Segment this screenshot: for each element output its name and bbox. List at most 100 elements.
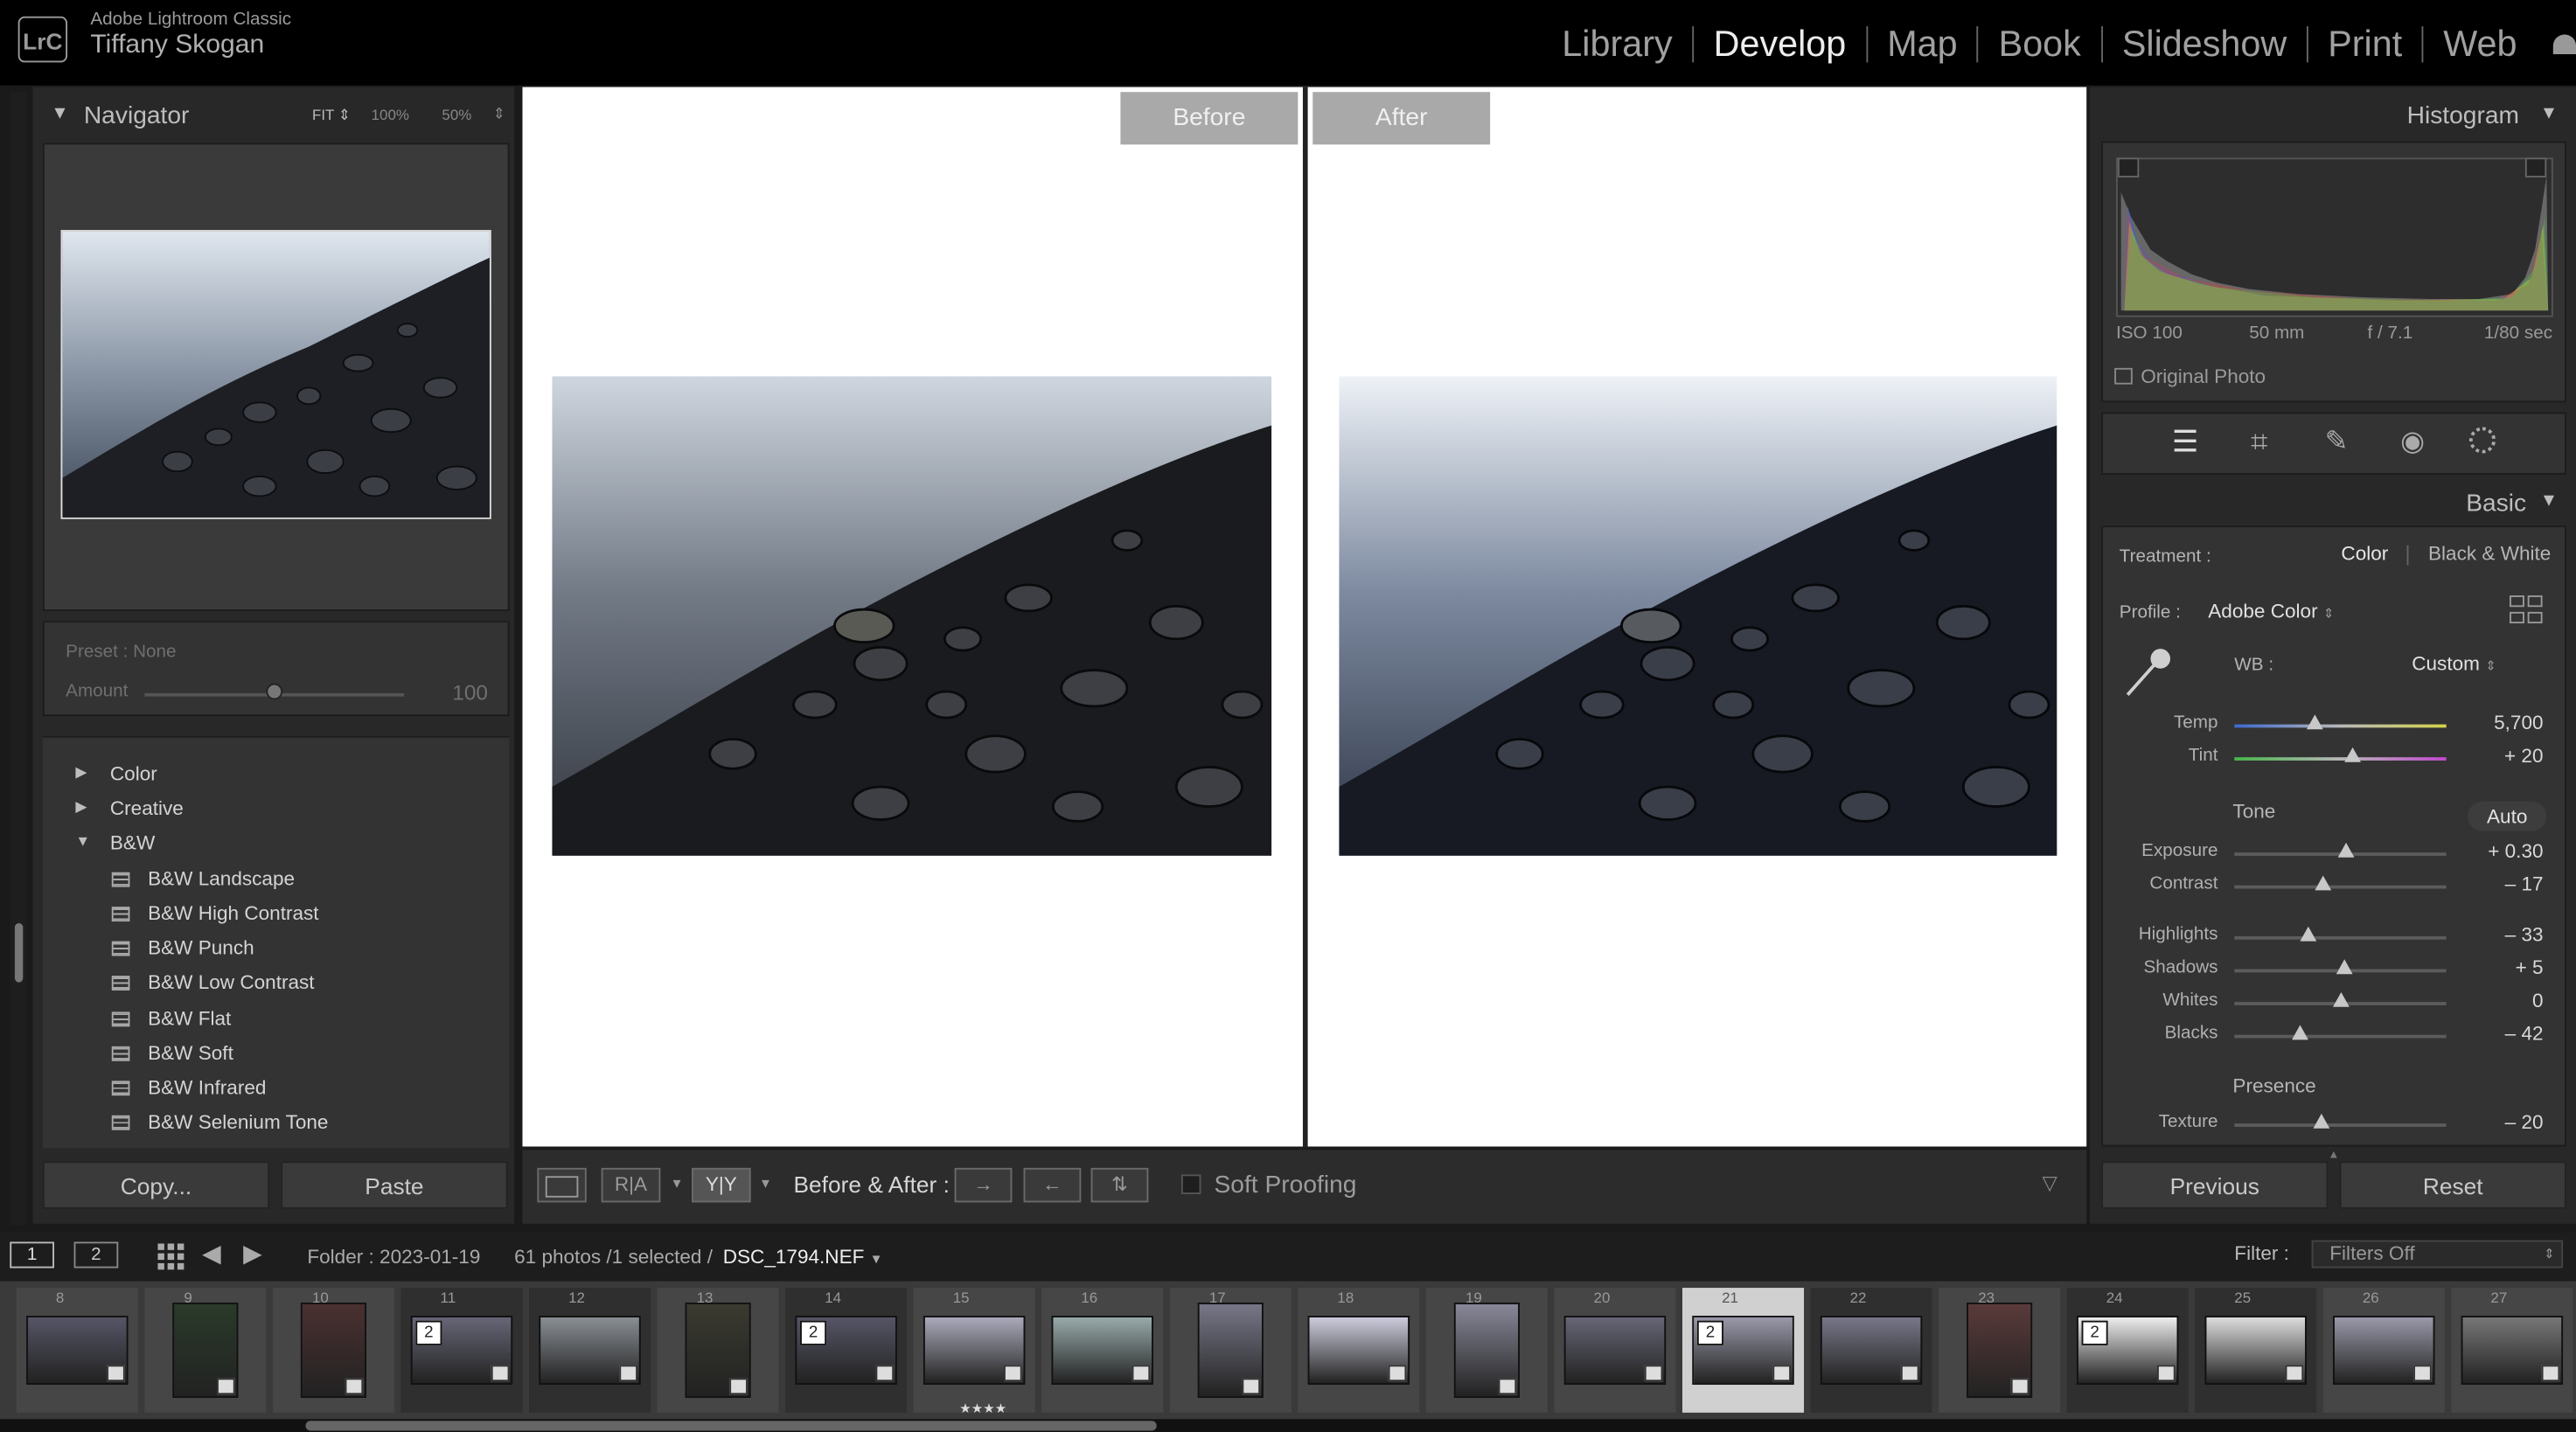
copy-before-to-after-button[interactable]: → [954, 1167, 1013, 1203]
crop-icon[interactable]: ⌗ [2251, 426, 2267, 460]
left-panel-scroll-thumb[interactable] [14, 922, 24, 983]
zoom-select-icon[interactable]: ⇕ [493, 105, 505, 123]
eyedropper-icon[interactable] [2118, 643, 2177, 702]
stack-badge[interactable]: 2 [415, 1320, 442, 1345]
before-after-split-button[interactable]: Y|Y [692, 1167, 751, 1203]
histogram-graph[interactable] [2116, 157, 2553, 317]
back-arrow-icon[interactable]: ◀ [202, 1239, 221, 1269]
amount-value[interactable]: 100 [430, 680, 488, 705]
preset-item[interactable]: B&W Selenium Tone [111, 1110, 329, 1133]
copy-button[interactable]: Copy... [42, 1161, 270, 1209]
slider-track-contrast[interactable] [2234, 885, 2447, 889]
module-print[interactable]: Print [2308, 23, 2422, 66]
preset-item[interactable]: B&W Infrared [111, 1076, 267, 1099]
before-after-lr-button[interactable]: R|A [601, 1167, 661, 1203]
preset-item[interactable]: B&W Landscape [111, 867, 295, 890]
preset-group-bw[interactable]: B&W [110, 831, 155, 854]
slider-value-highlights[interactable]: – 33 [2464, 923, 2544, 946]
reset-button[interactable]: Reset [2339, 1161, 2566, 1209]
cloud-icon[interactable] [2552, 34, 2576, 55]
grid-view-icon[interactable] [157, 1243, 184, 1270]
paste-button[interactable]: Paste [281, 1161, 508, 1209]
zoom-100[interactable]: 100% [372, 107, 409, 123]
original-photo-label[interactable]: Original Photo [2141, 365, 2266, 387]
module-slideshow[interactable]: Slideshow [2102, 23, 2307, 66]
treatment-bw[interactable]: Black & White [2428, 542, 2551, 565]
module-web[interactable]: Web [2424, 23, 2537, 66]
module-develop[interactable]: Develop [1694, 23, 1866, 66]
slider-value-temp[interactable]: 5,700 [2464, 712, 2543, 734]
left-panel-scrollbar[interactable] [10, 92, 27, 1226]
histogram-title[interactable]: Histogram [2407, 101, 2519, 129]
slider-thumb-exposure[interactable] [2338, 842, 2356, 858]
slider-track-blacks[interactable] [2234, 1034, 2447, 1039]
original-photo-checkbox[interactable] [2114, 367, 2133, 385]
slider-value-blacks[interactable]: – 42 [2464, 1022, 2544, 1045]
module-map[interactable]: Map [1868, 23, 1978, 66]
swap-before-after-button[interactable]: ⇅ [1090, 1167, 1149, 1203]
preset-item[interactable]: B&W Soft [111, 1041, 233, 1065]
slider-value-whites[interactable]: 0 [2464, 989, 2544, 1011]
red-eye-icon[interactable]: ◉ [2400, 426, 2425, 459]
slider-thumb-shadows[interactable] [2336, 959, 2353, 975]
folder-source[interactable]: Folder : 2023-01-19 [307, 1245, 480, 1268]
preset-item[interactable]: B&W Low Contrast [111, 970, 315, 994]
after-photo[interactable] [1339, 376, 2057, 856]
preset-item[interactable]: B&W Flat [111, 1007, 232, 1030]
slider-thumb-temp[interactable] [2307, 714, 2323, 730]
preset-group-creative[interactable]: Creative [110, 796, 184, 819]
treatment-color[interactable]: Color [2341, 542, 2388, 565]
soft-proofing-label[interactable]: Soft Proofing [1215, 1171, 1357, 1199]
soft-proofing-checkbox[interactable] [1180, 1174, 1201, 1194]
masking-icon[interactable] [2468, 427, 2496, 454]
collapse-triangle-icon[interactable]: ▼ [2540, 491, 2558, 511]
healing-icon[interactable]: ✎ [2325, 426, 2349, 459]
slider-value-tint[interactable]: + 20 [2464, 744, 2544, 767]
navigator-preview-image[interactable] [60, 230, 491, 519]
auto-tone-button[interactable]: Auto [2468, 801, 2547, 831]
preset-item[interactable]: B&W High Contrast [111, 902, 319, 925]
slider-value-contrast[interactable]: – 17 [2464, 872, 2544, 895]
basic-title[interactable]: Basic [2466, 490, 2526, 518]
slider-thumb-blacks[interactable] [2292, 1025, 2308, 1040]
zoom-fit[interactable]: FIT ⇕ [312, 107, 351, 125]
slider-value-exposure[interactable]: + 0.30 [2464, 839, 2543, 862]
copy-after-to-before-button[interactable]: ← [1023, 1167, 1082, 1203]
expand-triangle-icon[interactable]: ▶ [75, 764, 87, 782]
zoom-50[interactable]: 50% [442, 107, 471, 123]
wb-select[interactable]: Custom ⇕ [2412, 652, 2496, 675]
slider-thumb-highlights[interactable] [2300, 926, 2317, 942]
second-window-button[interactable]: 2 [73, 1241, 119, 1269]
profile-browser-grid-icon[interactable] [2509, 594, 2543, 624]
highlight-clipping-icon[interactable] [2524, 157, 2547, 177]
module-library[interactable]: Library [1542, 23, 1692, 66]
slider-track-texture[interactable] [2234, 1123, 2447, 1127]
slider-thumb-contrast[interactable] [2315, 875, 2332, 891]
loupe-view-button[interactable] [537, 1167, 587, 1203]
user-name[interactable]: Tiffany Skogan [90, 31, 264, 61]
collapse-triangle-icon[interactable]: ▼ [75, 833, 90, 850]
forward-arrow-icon[interactable]: ▶ [243, 1239, 262, 1269]
stack-badge[interactable]: 2 [1696, 1320, 1723, 1345]
stack-badge[interactable]: 2 [800, 1320, 827, 1345]
slider-track-highlights[interactable] [2234, 935, 2447, 940]
navigator-title[interactable]: Navigator [84, 101, 190, 129]
edit-sliders-icon[interactable]: ☰ [2172, 426, 2198, 460]
filmstrip-scroll-thumb[interactable] [305, 1421, 1157, 1431]
slider-track-tint[interactable] [2234, 757, 2447, 761]
shadow-clipping-icon[interactable] [2117, 157, 2140, 177]
before-photo[interactable] [552, 376, 1272, 856]
slider-value-texture[interactable]: – 20 [2464, 1110, 2544, 1133]
module-book[interactable]: Book [1979, 23, 2100, 66]
collapse-triangle-icon[interactable]: ▼ [51, 103, 68, 123]
star-rating[interactable]: ★★★★ [959, 1401, 1006, 1416]
stack-badge[interactable]: 2 [2081, 1320, 2108, 1345]
collapse-triangle-icon[interactable]: ▼ [2540, 103, 2558, 123]
profile-select[interactable]: Adobe Color ⇕ [2208, 600, 2334, 622]
filter-select[interactable]: Filters Off ⇕ [2311, 1240, 2564, 1269]
slider-thumb-tint[interactable] [2344, 747, 2362, 762]
preset-group-color[interactable]: Color [110, 762, 157, 785]
slider-thumb-whites[interactable] [2332, 991, 2349, 1007]
main-window-button[interactable]: 1 [10, 1241, 55, 1269]
dropdown-arrow-icon[interactable]: ▼ [759, 1176, 772, 1191]
